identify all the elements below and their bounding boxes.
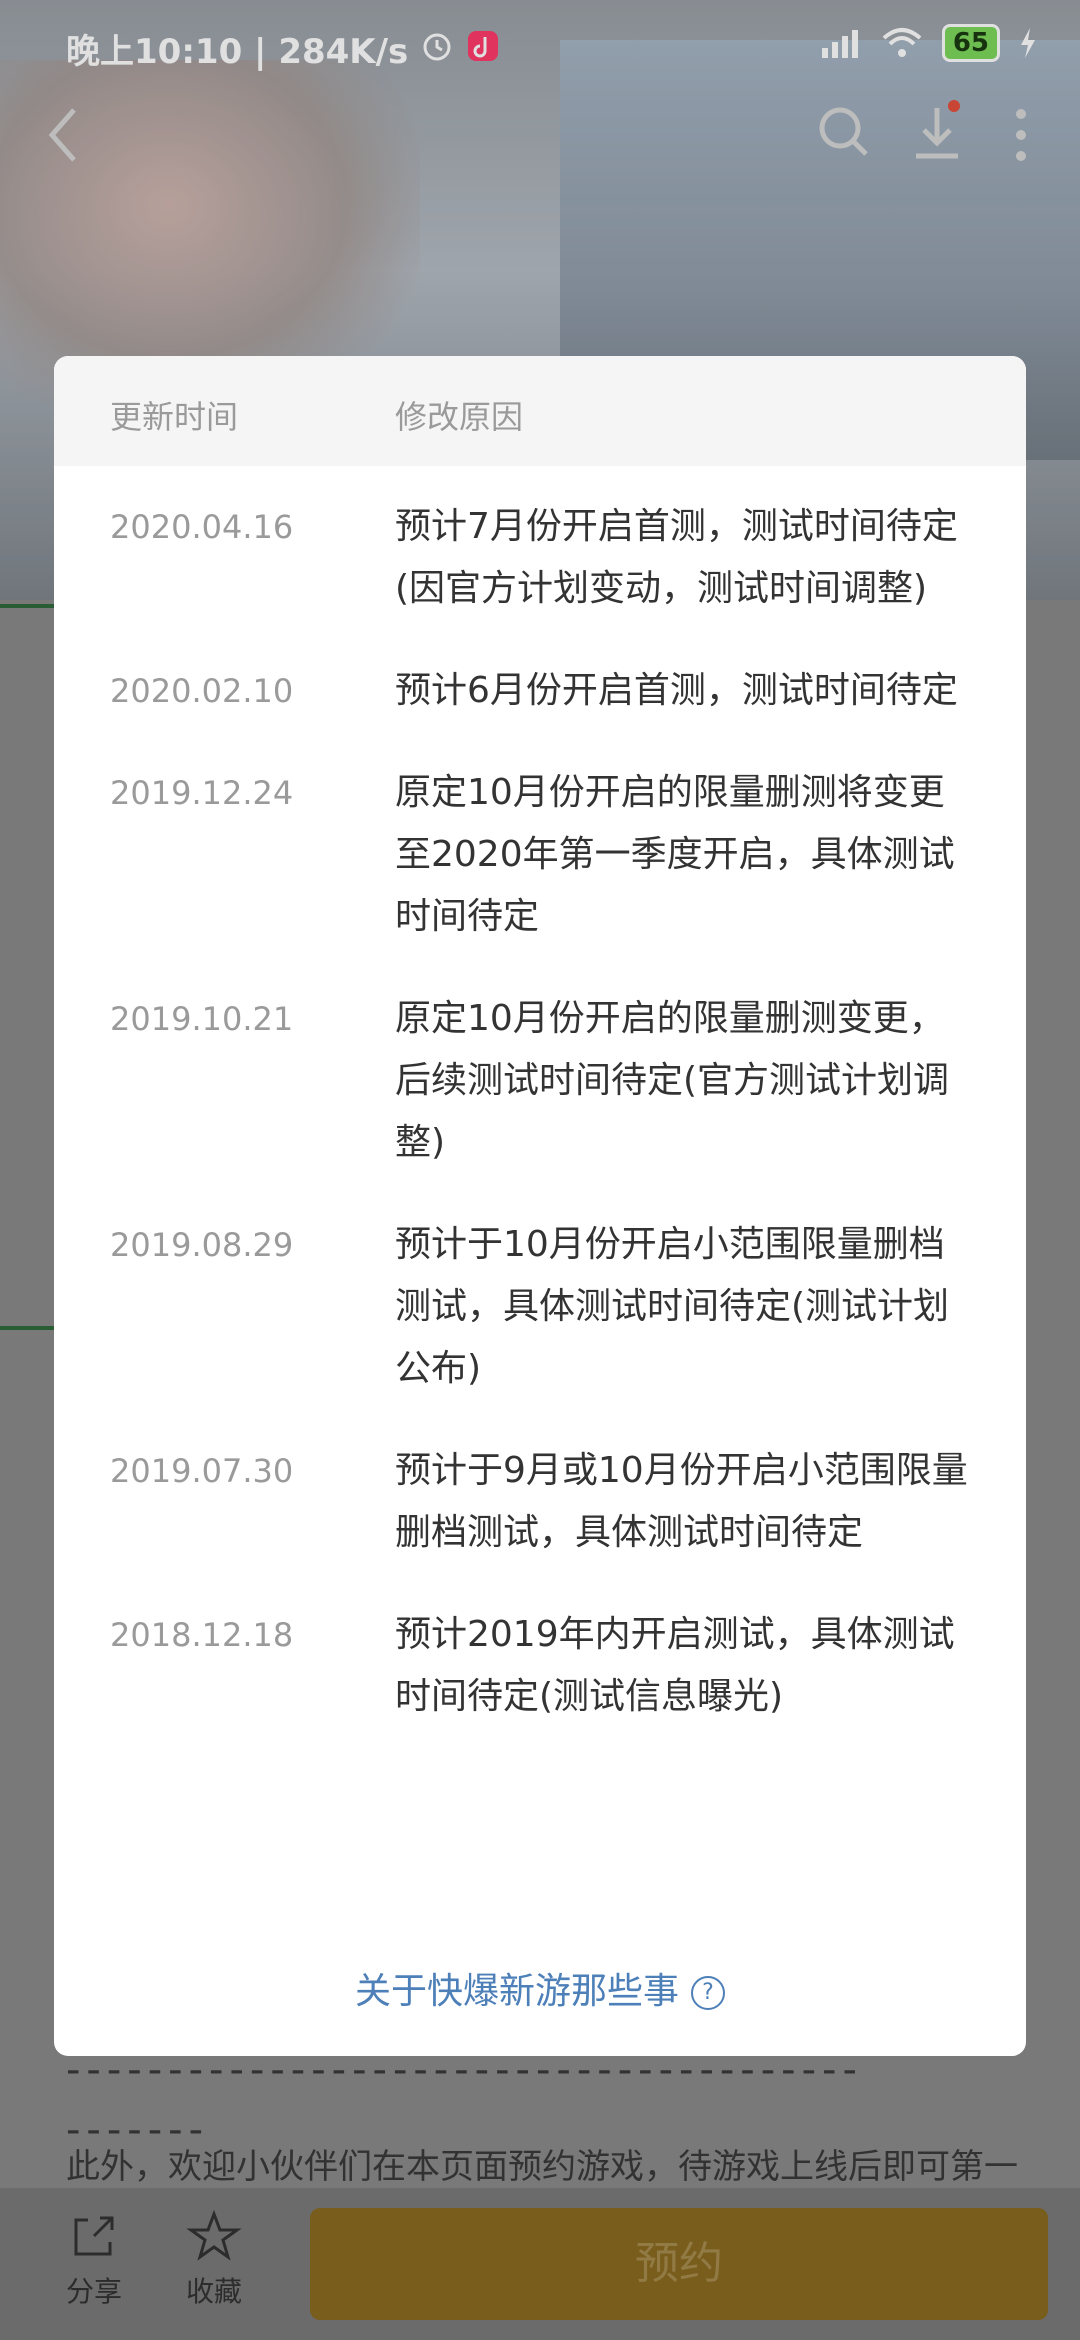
row-date: 2019.10.21: [110, 1000, 294, 1038]
help-icon: ?: [691, 1976, 725, 2010]
row-date: 2018.12.18: [110, 1616, 294, 1654]
history-list: 2020.04.16 预计7月份开启首测，测试时间待定(因官方计划变动，测试时间…: [54, 496, 1026, 1768]
row-date: 2020.04.16: [110, 508, 294, 546]
history-row: 2019.12.24 原定10月份开启的限量删测将变更至2020年第一季度开启，…: [54, 762, 1026, 948]
history-row: 2019.08.29 预计于10月份开启小范围限量删档测试，具体测试时间待定(测…: [54, 1214, 1026, 1400]
history-row: 2019.07.30 预计于9月或10月份开启小范围限量删档测试，具体测试时间待…: [54, 1440, 1026, 1564]
row-reason: 预计于10月份开启小范围限量删档测试，具体测试时间待定(测试计划公布): [395, 1224, 950, 1389]
header-update-time: 更新时间: [110, 398, 239, 436]
row-date: 2019.12.24: [110, 774, 294, 812]
row-reason: 预计于9月或10月份开启小范围限量删档测试，具体测试时间待定: [395, 1450, 968, 1553]
about-new-games-link[interactable]: 关于快爆新游那些事?: [54, 1962, 1026, 2014]
update-history-dialog: 更新时间 修改原因 2020.04.16 预计7月份开启首测，测试时间待定(因官…: [54, 356, 1026, 2056]
row-date: 2019.08.29: [110, 1226, 294, 1264]
row-reason: 原定10月份开启的限量删测变更，后续测试时间待定(官方测试计划调整): [395, 998, 950, 1163]
history-row: 2020.02.10 预计6月份开启首测，测试时间待定: [54, 660, 1026, 722]
header-change-reason: 修改原因: [395, 398, 524, 436]
row-reason: 预计7月份开启首测，测试时间待定(因官方计划变动，测试时间调整): [395, 506, 958, 609]
history-row: 2020.04.16 预计7月份开启首测，测试时间待定(因官方计划变动，测试时间…: [54, 496, 1026, 620]
history-row: 2018.12.18 预计2019年内开启测试，具体测试时间待定(测试信息曝光): [54, 1604, 1026, 1728]
row-reason: 原定10月份开启的限量删测将变更至2020年第一季度开启，具体测试时间待定: [395, 772, 955, 937]
row-reason: 预计2019年内开启测试，具体测试时间待定(测试信息曝光): [395, 1614, 955, 1717]
about-link-text: 关于快爆新游那些事: [354, 1971, 679, 2012]
row-date: 2019.07.30: [110, 1452, 294, 1490]
row-date: 2020.02.10: [110, 672, 294, 710]
row-reason: 预计6月份开启首测，测试时间待定: [395, 670, 958, 711]
dialog-header: 更新时间 修改原因: [54, 356, 1026, 466]
history-row: 2019.10.21 原定10月份开启的限量删测变更，后续测试时间待定(官方测试…: [54, 988, 1026, 1174]
